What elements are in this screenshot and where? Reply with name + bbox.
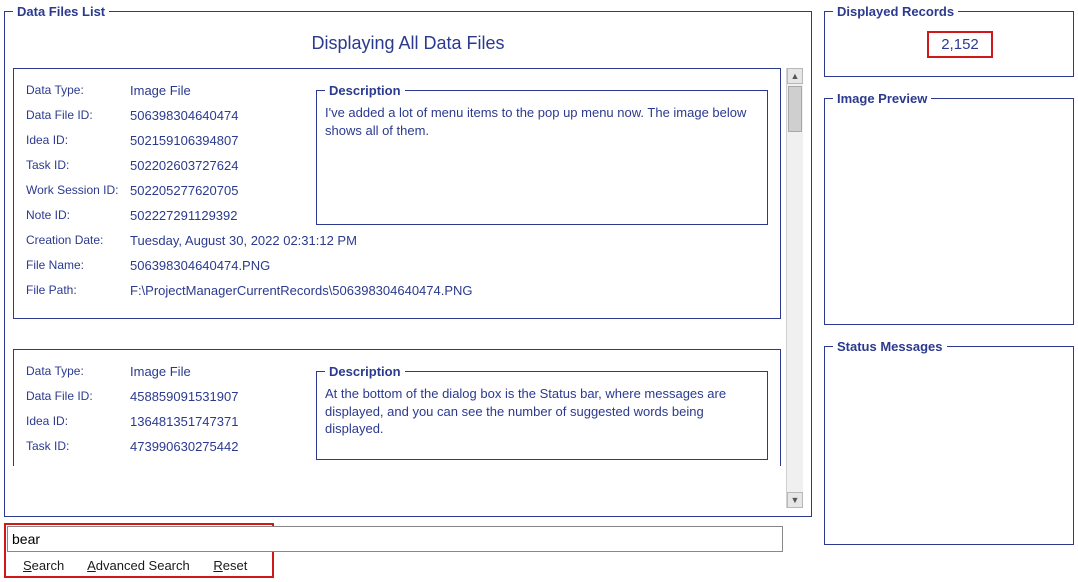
search-highlight-box: Search Advanced Search Reset <box>4 523 274 578</box>
label-work-session-id: Work Session ID: <box>26 183 130 198</box>
label-creation-date: Creation Date: <box>26 233 130 248</box>
value-note-id: 502227291129392 <box>130 208 306 223</box>
value-work-session-id: 502205277620705 <box>130 183 306 198</box>
record-card: Data Type:Image File Data File ID:458859… <box>13 349 781 466</box>
data-files-list-legend: Data Files List <box>13 4 109 19</box>
value-idea-id: 136481351747371 <box>130 414 306 429</box>
scroll-thumb[interactable] <box>788 86 802 132</box>
description-legend: Description <box>325 364 405 379</box>
value-task-id: 502202603727624 <box>130 158 306 173</box>
description-legend: Description <box>325 83 405 98</box>
label-data-type: Data Type: <box>26 83 130 98</box>
reset-link[interactable]: Reset <box>213 558 247 573</box>
data-files-list-panel: Data Files List Displaying All Data File… <box>4 4 812 517</box>
label-task-id: Task ID: <box>26 439 130 454</box>
label-file-name: File Name: <box>26 258 130 273</box>
displayed-records-value: 2,152 <box>927 31 993 58</box>
status-messages-legend: Status Messages <box>833 339 947 354</box>
search-links: Search Advanced Search Reset <box>7 558 269 573</box>
advanced-search-link[interactable]: Advanced Search <box>87 558 190 573</box>
label-idea-id: Idea ID: <box>26 414 130 429</box>
label-idea-id: Idea ID: <box>26 133 130 148</box>
search-area: Search Advanced Search Reset <box>4 523 812 578</box>
scroll-down-arrow-icon[interactable]: ▼ <box>787 492 803 508</box>
description-text: At the bottom of the dialog box is the S… <box>325 385 759 438</box>
label-note-id: Note ID: <box>26 208 130 223</box>
search-input[interactable] <box>7 526 783 552</box>
image-preview-panel: Image Preview <box>824 91 1074 325</box>
label-file-path: File Path: <box>26 283 130 298</box>
scroll-up-arrow-icon[interactable]: ▲ <box>787 68 803 84</box>
value-data-file-id: 506398304640474 <box>130 108 306 123</box>
image-preview-legend: Image Preview <box>833 91 931 106</box>
description-text: I've added a lot of menu items to the po… <box>325 104 759 139</box>
records-scroll-area: Data Type:Image File Data File ID:506398… <box>13 68 803 508</box>
search-link[interactable]: Search <box>23 558 64 573</box>
value-data-file-id: 458859091531907 <box>130 389 306 404</box>
label-task-id: Task ID: <box>26 158 130 173</box>
value-data-type: Image File <box>130 83 306 98</box>
value-data-type: Image File <box>130 364 306 379</box>
value-idea-id: 502159106394807 <box>130 133 306 148</box>
value-file-path: F:\ProjectManagerCurrentRecords\50639830… <box>130 283 768 298</box>
value-task-id: 473990630275442 <box>130 439 306 454</box>
displayed-records-panel: Displayed Records 2,152 <box>824 4 1074 77</box>
label-data-type: Data Type: <box>26 364 130 379</box>
displayed-records-legend: Displayed Records <box>833 4 958 19</box>
value-creation-date: Tuesday, August 30, 2022 02:31:12 PM <box>130 233 768 248</box>
label-data-file-id: Data File ID: <box>26 108 130 123</box>
label-data-file-id: Data File ID: <box>26 389 130 404</box>
status-messages-panel: Status Messages <box>824 339 1074 545</box>
value-file-name: 506398304640474.PNG <box>130 258 768 273</box>
record-card: Data Type:Image File Data File ID:506398… <box>13 68 781 319</box>
vertical-scrollbar[interactable]: ▲ ▼ <box>786 68 803 508</box>
description-box: Description I've added a lot of menu ite… <box>316 83 768 225</box>
description-box: Description At the bottom of the dialog … <box>316 364 768 460</box>
page-title: Displaying All Data Files <box>13 33 803 54</box>
